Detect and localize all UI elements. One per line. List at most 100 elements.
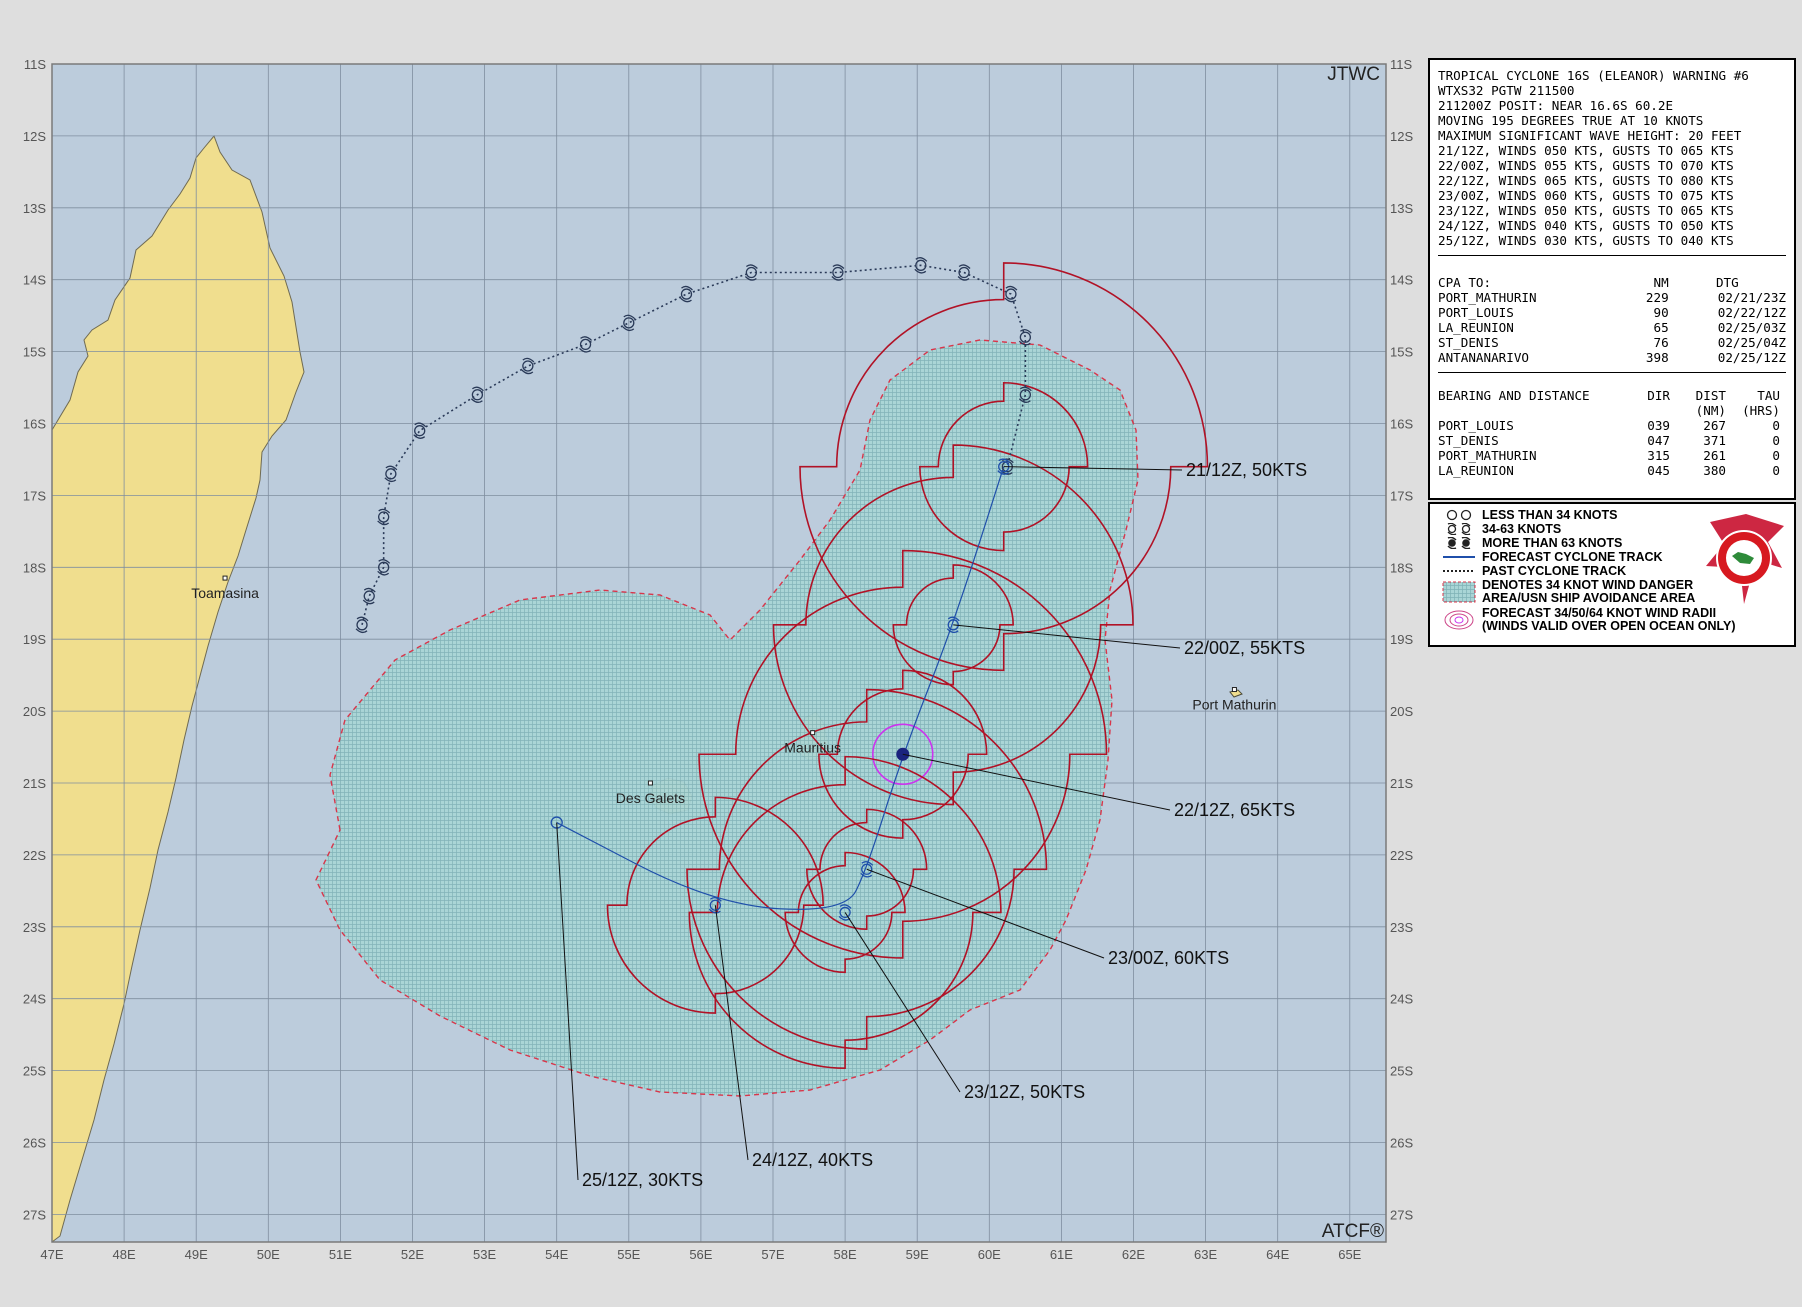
bearing-row-name: PORT_MATHURIN bbox=[1438, 448, 1537, 463]
bearing-row-tau: 0 bbox=[1772, 463, 1780, 478]
storm-symbol-icon bbox=[1436, 523, 1482, 535]
bearing-row-dir: 315 bbox=[1647, 448, 1670, 463]
lat-tick-label: 19S bbox=[23, 632, 46, 647]
lat-tick-label: 25S bbox=[23, 1064, 46, 1079]
lat-tick-label: 14S bbox=[1390, 273, 1413, 288]
cpa-row-name: PORT_LOUIS bbox=[1438, 305, 1514, 320]
bearing-dist-unit: (NM) bbox=[1695, 403, 1726, 418]
cpa-row-name: ST_DENIS bbox=[1438, 335, 1499, 350]
jtwc-seal-icon bbox=[1706, 514, 1784, 604]
hatched-area-icon bbox=[1436, 581, 1482, 603]
lat-tick-label: 17S bbox=[1390, 488, 1413, 503]
place-label: Des Galets bbox=[616, 790, 685, 806]
hurricane-symbol-icon bbox=[1436, 537, 1482, 549]
lon-tick-label: 50E bbox=[257, 1247, 280, 1262]
bearing-row-dir: 047 bbox=[1647, 433, 1670, 448]
lat-tick-label: 16S bbox=[1390, 417, 1413, 432]
cpa-row-name: PORT_MATHURIN bbox=[1438, 290, 1537, 305]
lat-tick-label: 23S bbox=[23, 920, 46, 935]
lon-tick-label: 53E bbox=[473, 1247, 496, 1262]
cpa-row-name: ANTANANARIVO bbox=[1438, 350, 1529, 365]
bearing-row-dist: 267 bbox=[1703, 418, 1726, 433]
lat-tick-label: 25S bbox=[1390, 1064, 1413, 1079]
lat-tick-label: 22S bbox=[1390, 848, 1413, 863]
lat-tick-label: 12S bbox=[1390, 129, 1413, 144]
jtwc-label: JTWC bbox=[1327, 64, 1380, 85]
header-line: 211200Z POSIT: NEAR 16.6S 60.2E bbox=[1438, 98, 1674, 113]
forecast-line: 23/00Z, WINDS 060 KTS, GUSTS TO 075 KTS bbox=[1438, 188, 1734, 203]
legend-item-label: FORECAST CYCLONE TRACK bbox=[1482, 549, 1663, 564]
place-label: Mauritius bbox=[784, 740, 841, 756]
lat-tick-label: 26S bbox=[1390, 1136, 1413, 1151]
legend-radii-line1: FORECAST 34/50/64 KNOT WIND RADII bbox=[1482, 606, 1717, 620]
lat-tick-label: 12S bbox=[23, 129, 46, 144]
cpa-row-nm: 90 bbox=[1653, 305, 1669, 320]
legend-radii-text: FORECAST 34/50/64 KNOT WIND RADII (WINDS… bbox=[1482, 607, 1736, 633]
forecast-label: 25/12Z, 30KTS bbox=[582, 1170, 703, 1190]
lat-tick-label: 17S bbox=[23, 488, 46, 503]
lat-tick-label: 11S bbox=[1390, 57, 1412, 72]
cpa-header: CPA TO: NM DTG bbox=[1438, 275, 1786, 290]
cpa-row-dtg: 02/25/03Z bbox=[1717, 320, 1786, 335]
legend-radii-line2: (WINDS VALID OVER OPEN OCEAN ONLY) bbox=[1482, 619, 1736, 633]
forecast-label: 21/12Z, 50KTS bbox=[1186, 460, 1307, 480]
lon-tick-label: 63E bbox=[1194, 1247, 1217, 1262]
forecast-label: 23/00Z, 60KTS bbox=[1108, 948, 1229, 968]
lon-tick-label: 61E bbox=[1050, 1247, 1073, 1262]
legend-item-label: PAST CYCLONE TRACK bbox=[1482, 563, 1627, 578]
wind-radii-icon bbox=[1436, 609, 1482, 631]
forecast-lines: 21/12Z, WINDS 050 KTS, GUSTS TO 065 KTS … bbox=[1438, 143, 1786, 248]
bearing-table: BEARING AND DISTANCE DIR DIST TAU (NM) (… bbox=[1438, 388, 1786, 478]
bearing-row-name: LA_REUNION bbox=[1438, 463, 1514, 478]
lat-tick-label: 26S bbox=[23, 1136, 46, 1151]
cpa-table: CPA TO: NM DTG PORT_MATHURIN 229 02/21/23Z… bbox=[1438, 275, 1786, 365]
bearing-row-tau: 0 bbox=[1772, 418, 1780, 433]
legend-danger-line2: AREA/USN SHIP AVOIDANCE AREA bbox=[1482, 591, 1696, 605]
lat-tick-label: 18S bbox=[23, 560, 46, 575]
divider bbox=[1438, 372, 1786, 373]
bearing-row: PORT_MATHURIN 315 261 0 bbox=[1438, 448, 1786, 463]
bearing-header-name: BEARING AND DISTANCE bbox=[1438, 388, 1590, 403]
bearing-row-dist: 261 bbox=[1703, 448, 1726, 463]
lat-tick-label: 27S bbox=[23, 1207, 46, 1222]
lon-tick-label: 48E bbox=[113, 1247, 136, 1262]
lat-tick-label: 19S bbox=[1390, 632, 1413, 647]
lat-tick-label: 22S bbox=[23, 848, 46, 863]
divider bbox=[1438, 255, 1786, 256]
place-label: Toamasina bbox=[191, 585, 259, 601]
warning-title: TROPICAL CYCLONE 16S (ELEANOR) WARNING #… bbox=[1438, 68, 1749, 83]
cpa-row: ST_DENIS 76 02/25/04Z bbox=[1438, 335, 1786, 350]
lon-tick-label: 57E bbox=[761, 1247, 784, 1262]
cpa-row-nm: 229 bbox=[1645, 290, 1669, 305]
cpa-row-dtg: 02/25/12Z bbox=[1717, 350, 1786, 365]
legend-item-label: LESS THAN 34 KNOTS bbox=[1482, 507, 1618, 522]
forecast-label: 22/00Z, 55KTS bbox=[1184, 638, 1305, 658]
solid-line-icon bbox=[1436, 554, 1482, 560]
lat-tick-label: 13S bbox=[23, 201, 46, 216]
lon-tick-label: 60E bbox=[978, 1247, 1001, 1262]
forecast-line: 24/12Z, WINDS 040 KTS, GUSTS TO 050 KTS bbox=[1438, 218, 1734, 233]
forecast-line: 22/12Z, WINDS 065 KTS, GUSTS TO 080 KTS bbox=[1438, 173, 1734, 188]
lon-tick-label: 59E bbox=[906, 1247, 929, 1262]
bearing-row: PORT_LOUIS 039 267 0 bbox=[1438, 418, 1786, 433]
cpa-row-nm: 76 bbox=[1653, 335, 1669, 350]
lat-tick-label: 20S bbox=[23, 704, 46, 719]
lon-tick-label: 54E bbox=[545, 1247, 568, 1262]
cpa-row-dtg: 02/25/04Z bbox=[1717, 335, 1786, 350]
forecast-line: 25/12Z, WINDS 030 KTS, GUSTS TO 040 KTS bbox=[1438, 233, 1734, 248]
cpa-row-dtg: 02/22/12Z bbox=[1717, 305, 1786, 320]
cpa-row-name: LA_REUNION bbox=[1438, 320, 1514, 335]
lon-tick-label: 52E bbox=[401, 1247, 424, 1262]
bearing-row-dir: 045 bbox=[1647, 463, 1670, 478]
cpa-header-name: CPA TO: bbox=[1438, 275, 1492, 290]
cpa-row-nm: 398 bbox=[1645, 350, 1669, 365]
forecast-label: 24/12Z, 40KTS bbox=[752, 1150, 873, 1170]
lat-tick-label: 21S bbox=[1390, 776, 1413, 791]
cpa-header-nm: NM bbox=[1653, 275, 1669, 290]
open-circle-icon bbox=[1436, 509, 1482, 521]
cpa-row: ANTANANARIVO 398 02/25/12Z bbox=[1438, 350, 1786, 365]
lon-tick-label: 51E bbox=[329, 1247, 352, 1262]
lat-tick-label: 20S bbox=[1390, 704, 1413, 719]
lon-tick-label: 47E bbox=[40, 1247, 63, 1262]
bearing-units: (NM) (HRS) bbox=[1438, 403, 1786, 418]
